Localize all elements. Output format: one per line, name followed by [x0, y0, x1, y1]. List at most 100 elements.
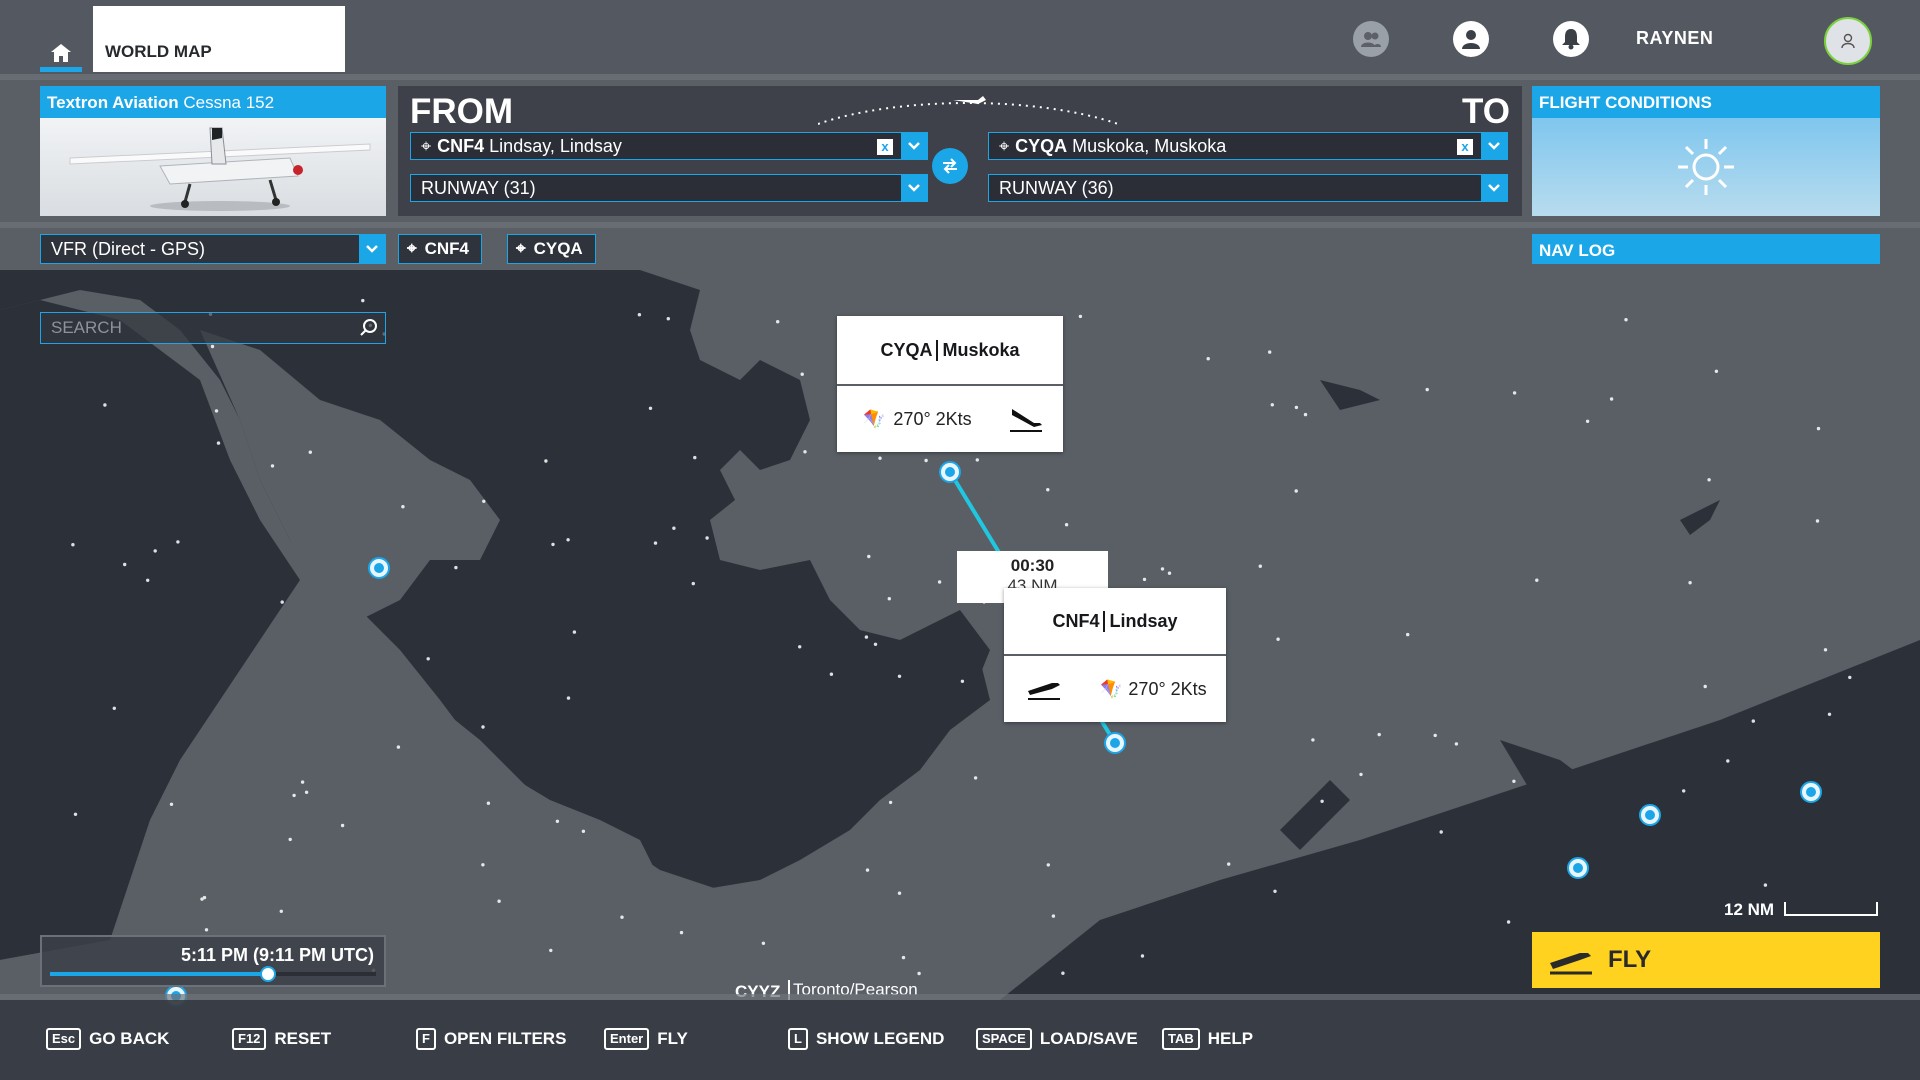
- departure-runway: RUNWAY (31): [421, 177, 536, 198]
- town-dot: [549, 948, 553, 953]
- town-dot: [1140, 954, 1145, 958]
- hint-label: SHOW LEGEND: [815, 1029, 945, 1048]
- town-dot: [1160, 567, 1165, 571]
- hint-go-back[interactable]: Esc GO BACK: [46, 1028, 169, 1050]
- user-avatar-icon[interactable]: [1824, 17, 1872, 65]
- chevron-down-icon[interactable]: [1481, 133, 1507, 159]
- town-dot: [146, 578, 150, 582]
- town-dot: [340, 823, 345, 828]
- town-dot: [666, 317, 670, 321]
- search-icon[interactable]: [359, 318, 379, 338]
- town-dot: [800, 372, 804, 376]
- flight-type-select[interactable]: VFR (Direct - GPS): [40, 234, 386, 264]
- bell-glyph: [1562, 29, 1580, 50]
- arrival-field[interactable]: ⌖ CYQA Muskoka, Muskoka x: [988, 132, 1508, 160]
- clear-arrival-button[interactable]: x: [1457, 139, 1473, 155]
- town-dot: [544, 459, 548, 463]
- town-dot: [1294, 489, 1298, 493]
- town-dot: [482, 499, 486, 503]
- town-dot: [693, 455, 697, 460]
- departure-card-title: CNF4 Lindsay: [1052, 610, 1178, 632]
- town-dot: [1294, 405, 1299, 410]
- town-dot: [73, 812, 78, 816]
- town-dot: [112, 706, 117, 710]
- time-of-day-slider[interactable]: 5:11 PM (9:11 PM UTC): [40, 935, 386, 987]
- town-dot: [1535, 578, 1539, 582]
- hint-label: LOAD/SAVE: [1039, 1029, 1138, 1048]
- departure-field[interactable]: ⌖ CNF4 Lindsay, Lindsay x: [410, 132, 928, 160]
- arrival-info-card[interactable]: CYQA Muskoka 🪁 270° 2Kts: [837, 316, 1063, 452]
- hint-load-save[interactable]: SPACE LOAD/SAVE: [976, 1028, 1138, 1050]
- arrival-wind: 270° 2Kts: [893, 408, 972, 429]
- hint-show-legend[interactable]: L SHOW LEGEND: [788, 1028, 944, 1050]
- town-dot: [216, 441, 221, 445]
- home-tab[interactable]: [40, 6, 82, 72]
- hint-open-filters[interactable]: F OPEN FILTERS: [416, 1028, 566, 1050]
- town-dot: [1624, 318, 1628, 322]
- town-dot: [401, 505, 405, 509]
- town-dot: [361, 298, 365, 303]
- town-dot: [1454, 742, 1459, 746]
- fly-button[interactable]: FLY: [1532, 932, 1880, 988]
- town-dot: [1506, 920, 1511, 924]
- town-dot: [1303, 412, 1308, 417]
- departure-code: CNF4: [437, 135, 485, 156]
- hint-reset[interactable]: F12 RESET: [232, 1028, 331, 1050]
- hint-fly[interactable]: Enter FLY: [604, 1028, 688, 1050]
- town-dot: [279, 909, 283, 913]
- chevron-down-icon[interactable]: [359, 235, 385, 263]
- swap-airports-button[interactable]: [932, 148, 968, 184]
- waypoint-chip-cnf4[interactable]: ⌖ CNF4: [398, 234, 482, 264]
- waypoint-chip-cyqa[interactable]: ⌖ CYQA: [507, 234, 596, 264]
- tab-world-map-label: WORLD MAP: [105, 42, 212, 61]
- notifications-icon[interactable]: [1553, 21, 1589, 57]
- town-dot: [396, 745, 401, 749]
- town-dot: [1827, 712, 1832, 716]
- departure-runway-select[interactable]: RUNWAY (31): [410, 174, 928, 202]
- town-dot: [566, 538, 570, 542]
- town-dot: [300, 780, 305, 784]
- departure-name: Lindsay, Lindsay: [489, 135, 622, 156]
- search-input[interactable]: SEARCH: [40, 312, 386, 344]
- avatar-glyph: [1841, 33, 1855, 49]
- home-icon: [51, 44, 71, 62]
- town-dot: [1311, 738, 1315, 742]
- chevron-down-icon[interactable]: [901, 133, 927, 159]
- map-scale-bar: [1784, 902, 1878, 916]
- town-dot: [280, 600, 284, 604]
- hint-label: GO BACK: [89, 1029, 170, 1048]
- town-dot: [497, 899, 501, 903]
- key-badge: TAB: [1162, 1028, 1200, 1050]
- clear-departure-button[interactable]: x: [877, 139, 893, 155]
- town-dot: [1046, 863, 1051, 867]
- chevron-down-icon[interactable]: [1481, 175, 1507, 201]
- friends-icon[interactable]: [1353, 21, 1389, 57]
- profile-icon[interactable]: [1453, 21, 1489, 57]
- aircraft-panel[interactable]: Textron Aviation Cessna 152: [40, 86, 386, 216]
- town-dot: [1320, 799, 1324, 803]
- location-icon: ⌖: [516, 239, 526, 258]
- town-dot: [1707, 478, 1711, 482]
- town-dot: [1751, 719, 1756, 723]
- tab-world-map[interactable]: WORLD MAP: [93, 6, 345, 72]
- route-panel: FROM TO ⌖ CNF4 Lindsay, Lindsay x RUNWAY…: [398, 86, 1522, 216]
- flight-conditions-panel[interactable]: FLIGHT CONDITIONS: [1532, 86, 1880, 216]
- town-dot: [917, 971, 921, 976]
- nav-log-button[interactable]: NAV LOG: [1532, 234, 1880, 264]
- town-dot: [873, 642, 878, 646]
- departure-info-card[interactable]: CNF4 Lindsay 🪁 270° 2Kts: [1004, 588, 1226, 722]
- arrival-runway: RUNWAY (36): [999, 177, 1114, 198]
- town-dot: [887, 597, 891, 601]
- friends-glyph: [1361, 32, 1381, 47]
- town-dot: [204, 928, 209, 932]
- chevron-down-icon[interactable]: [901, 175, 927, 201]
- hint-label: HELP: [1207, 1029, 1254, 1048]
- username[interactable]: RAYNEN: [1636, 28, 1713, 49]
- town-dot: [865, 868, 870, 872]
- flight-type-value: VFR (Direct - GPS): [51, 238, 206, 259]
- hint-help[interactable]: TAB HELP: [1162, 1028, 1253, 1050]
- town-dot: [1167, 571, 1172, 575]
- arrival-runway-select[interactable]: RUNWAY (36): [988, 174, 1508, 202]
- time-slider-handle[interactable]: [260, 966, 277, 982]
- town-dot: [1142, 577, 1147, 582]
